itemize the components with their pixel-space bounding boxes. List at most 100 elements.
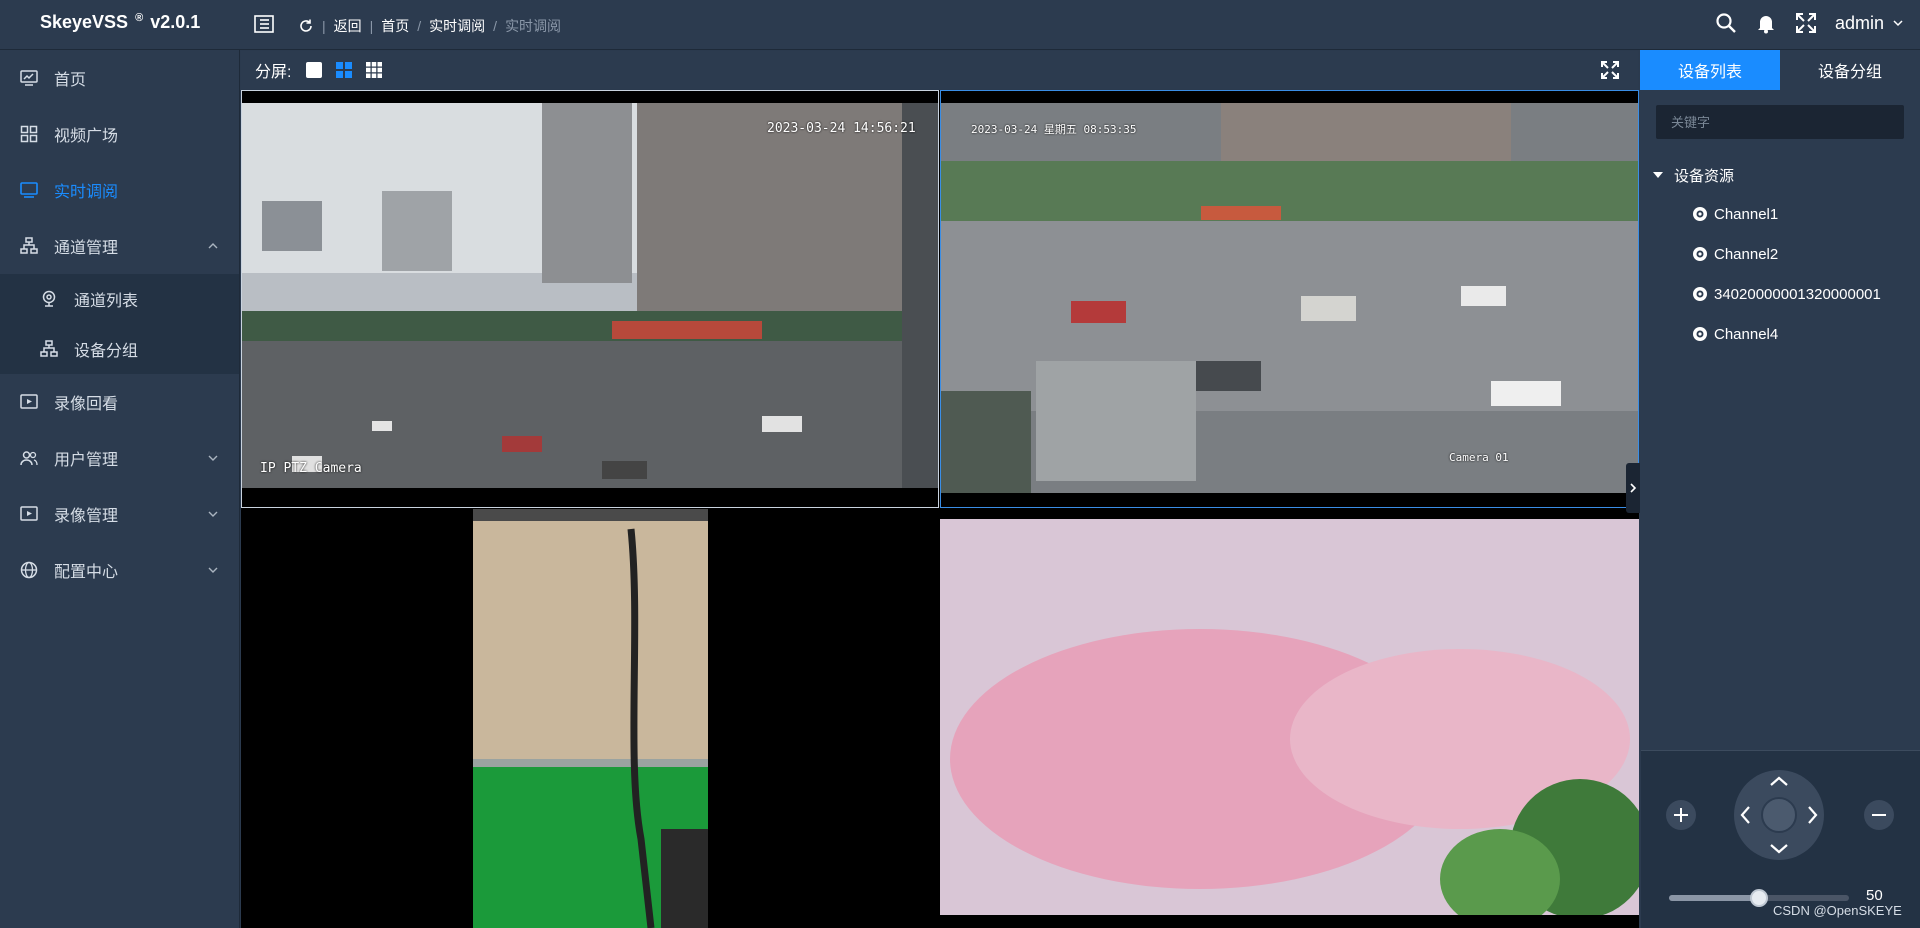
grid-icon: [20, 125, 38, 143]
tree-node-label: Channel1: [1714, 205, 1779, 223]
device-panel-tabs: 设备列表 设备分组: [1640, 50, 1920, 90]
channel-submenu: 通道列表 设备分组: [0, 274, 239, 374]
slider-fill: [1669, 895, 1759, 901]
chevron-down-icon: [208, 511, 218, 517]
app-reg-mark: ®: [135, 12, 144, 24]
menu-fold-icon[interactable]: [254, 14, 274, 34]
tree-node-label: Channel4: [1714, 325, 1779, 343]
webcam-icon: [1693, 207, 1707, 221]
sidebar-item-video-plaza[interactable]: 视频广场: [0, 106, 239, 162]
chevron-right-icon: [1630, 483, 1637, 493]
watermark: CSDN @OpenSKEYE: [1773, 903, 1902, 918]
sidebar-item-label: 通道管理: [54, 240, 119, 257]
sidebar-item-label: 视频广场: [54, 128, 119, 145]
fullscreen-icon[interactable]: [1795, 12, 1817, 34]
app-version: v2.0.1: [150, 12, 201, 32]
fullscreen-icon[interactable]: [1600, 60, 1620, 80]
webcam-icon: [1693, 247, 1707, 261]
monitor-icon: [20, 182, 38, 198]
app-name: SkeyeVSS: [40, 12, 129, 32]
tree-root[interactable]: 设备资源: [1652, 162, 1912, 188]
sidebar-item-playback[interactable]: 录像回看: [0, 374, 239, 430]
sidebar: 首页 视频广场 实时调阅 通道管理 通道列表 设备分组 录像回看 用户管理 录像…: [0, 50, 240, 928]
back-link[interactable]: 返回: [334, 16, 362, 36]
header-actions: admin: [1715, 12, 1904, 34]
refresh-icon[interactable]: [298, 18, 314, 34]
app-logo: SkeyeVSS ® v2.0.1: [40, 12, 200, 33]
split-4-icon[interactable]: [335, 61, 353, 79]
breadcrumb-current: 实时调阅: [505, 18, 562, 34]
sidebar-item-home[interactable]: 首页: [0, 50, 239, 106]
tree-node-channel[interactable]: Channel2: [1652, 234, 1912, 274]
zoom-in-icon[interactable]: [1665, 799, 1697, 831]
tab-device-list[interactable]: 设备列表: [1640, 50, 1780, 90]
search-input[interactable]: [1656, 105, 1904, 139]
video-play-icon: [20, 506, 38, 521]
osd-camera-name: IP PTZ Camera: [260, 461, 362, 476]
ptz-control: 50 CSDN @OpenSKEYE: [1641, 750, 1920, 928]
ptz-speed-slider[interactable]: [1669, 889, 1849, 907]
zoom-out-icon[interactable]: [1863, 799, 1895, 831]
users-icon: [20, 451, 38, 466]
video-window-4[interactable]: [940, 509, 1639, 928]
search-icon[interactable]: [1715, 12, 1737, 34]
bell-icon[interactable]: [1755, 12, 1777, 34]
sidebar-item-recording-management[interactable]: 录像管理: [0, 486, 239, 542]
split-label: 分屏:: [255, 64, 292, 81]
video-frame-street-view: [242, 91, 938, 507]
webcam-icon: [1693, 327, 1707, 341]
sidebar-item-label: 录像回看: [54, 396, 119, 413]
osd-timestamp: 2023-03-24 星期五 08:53:35: [971, 123, 1137, 136]
video-window-3[interactable]: [241, 509, 939, 928]
user-menu[interactable]: admin: [1835, 13, 1904, 34]
sitemap-icon: [40, 340, 58, 357]
split-toolbar: 分屏:: [241, 51, 1638, 89]
sidebar-item-label: 首页: [54, 72, 87, 89]
device-tree: 设备资源 Channel1 Channel2 34020000001320000…: [1652, 162, 1912, 354]
video-frame-road-view: [941, 91, 1638, 507]
dashboard-icon: [20, 70, 38, 86]
sidebar-item-config-center[interactable]: 配置中心: [0, 542, 239, 598]
sitemap-icon: [20, 237, 38, 254]
tree-node-channel[interactable]: Channel1: [1652, 194, 1912, 234]
split-1-icon[interactable]: [305, 61, 323, 79]
video-play-icon: [20, 394, 38, 409]
tree-node-label: 34020000001320000001: [1714, 285, 1881, 303]
camera-icon: [42, 290, 56, 307]
sidebar-item-live-view[interactable]: 实时调阅: [0, 162, 239, 218]
sidebar-item-label: 录像管理: [54, 508, 119, 525]
sidebar-item-label: 实时调阅: [54, 184, 119, 201]
sidebar-item-channel-management[interactable]: 通道管理: [0, 218, 239, 274]
webcam-icon: [1693, 287, 1707, 301]
tree-root-label: 设备资源: [1674, 167, 1735, 185]
split-9-icon[interactable]: [365, 61, 383, 79]
username: admin: [1834, 12, 1884, 33]
tab-device-group[interactable]: 设备分组: [1780, 50, 1920, 90]
sidebar-item-channel-list[interactable]: 通道列表: [0, 274, 239, 324]
breadcrumb-divider: |: [322, 18, 326, 34]
sidebar-item-label: 设备分组: [74, 343, 139, 360]
ptz-speed-value: 50: [1866, 887, 1883, 904]
breadcrumb-parent[interactable]: 实时调阅: [429, 16, 485, 36]
top-bar: SkeyeVSS ® v2.0.1 | 返回 | 首页 / 实时调阅 / 实时调…: [0, 0, 1920, 50]
sidebar-item-label: 通道列表: [74, 293, 139, 310]
tree-node-channel[interactable]: Channel4: [1652, 314, 1912, 354]
panel-collapse-handle[interactable]: [1626, 463, 1640, 513]
video-window-1[interactable]: 2023-03-24 14:56:21 IP PTZ Camera: [241, 90, 939, 508]
osd-timestamp: 2023-03-24 14:56:21: [767, 121, 916, 136]
breadcrumb-separator: /: [493, 18, 498, 34]
slider-thumb[interactable]: [1750, 889, 1768, 907]
video-frame-sky-view: [940, 509, 1639, 928]
tree-node-channel[interactable]: 34020000001320000001: [1652, 274, 1912, 314]
breadcrumb: | 返回 | 首页 / 实时调阅 / 实时调阅: [298, 16, 561, 36]
breadcrumb-home[interactable]: 首页: [381, 16, 409, 36]
sidebar-item-user-management[interactable]: 用户管理: [0, 430, 239, 486]
video-frame-indoor-view: [241, 509, 939, 928]
globe-icon: [20, 561, 38, 579]
video-window-2[interactable]: 2023-03-24 星期五 08:53:35 Camera 01: [940, 90, 1639, 508]
sidebar-item-device-group[interactable]: 设备分组: [0, 324, 239, 374]
chevron-down-icon: [208, 455, 218, 461]
breadcrumb-separator: /: [417, 18, 422, 34]
caret-down-icon: [1653, 172, 1663, 178]
breadcrumb-divider: |: [369, 18, 374, 34]
